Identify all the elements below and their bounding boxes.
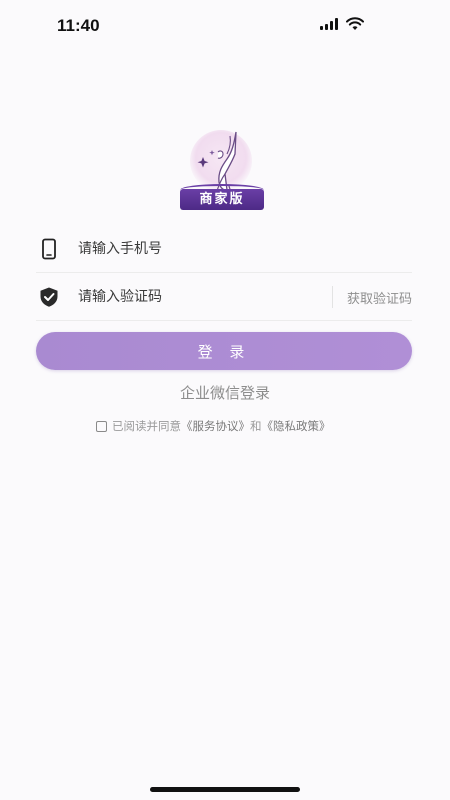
phone-icon [42,238,56,260]
status-time: 11:40 [57,16,100,35]
home-indicator [150,787,300,792]
status-icons [320,17,364,31]
code-divider [331,286,333,308]
agreement-joiner: 和 [250,419,262,433]
shield-check-icon [40,287,58,307]
agreement-checkbox[interactable] [96,420,107,432]
wechat-login-link[interactable]: 企业微信登录 [0,382,450,403]
get-code-button[interactable]: 获取验证码 [347,288,412,307]
login-screen: 11:40 商家版 请输入手机号 请输入验证码 获取验证码 登 录 企业微信登录… [0,0,450,800]
privacy-policy-link[interactable]: 《隐私政策》 [262,418,331,434]
code-input[interactable] [78,289,332,305]
service-agreement-link[interactable]: 《服务协议》 [181,418,250,434]
phone-input[interactable] [78,241,412,257]
merchant-badge: 商家版 [180,189,264,210]
agreement: 已阅读并同意 《服务协议》 和 《隐私政策》 [96,418,331,434]
code-row: 获取验证码 [36,274,412,321]
login-button[interactable]: 登 录 [36,332,412,370]
agreement-prefix: 已阅读并同意 [112,419,181,433]
wifi-icon [346,17,364,30]
status-bar: 11:40 [0,0,450,50]
phone-row [36,226,412,273]
signal-icon [320,18,338,30]
